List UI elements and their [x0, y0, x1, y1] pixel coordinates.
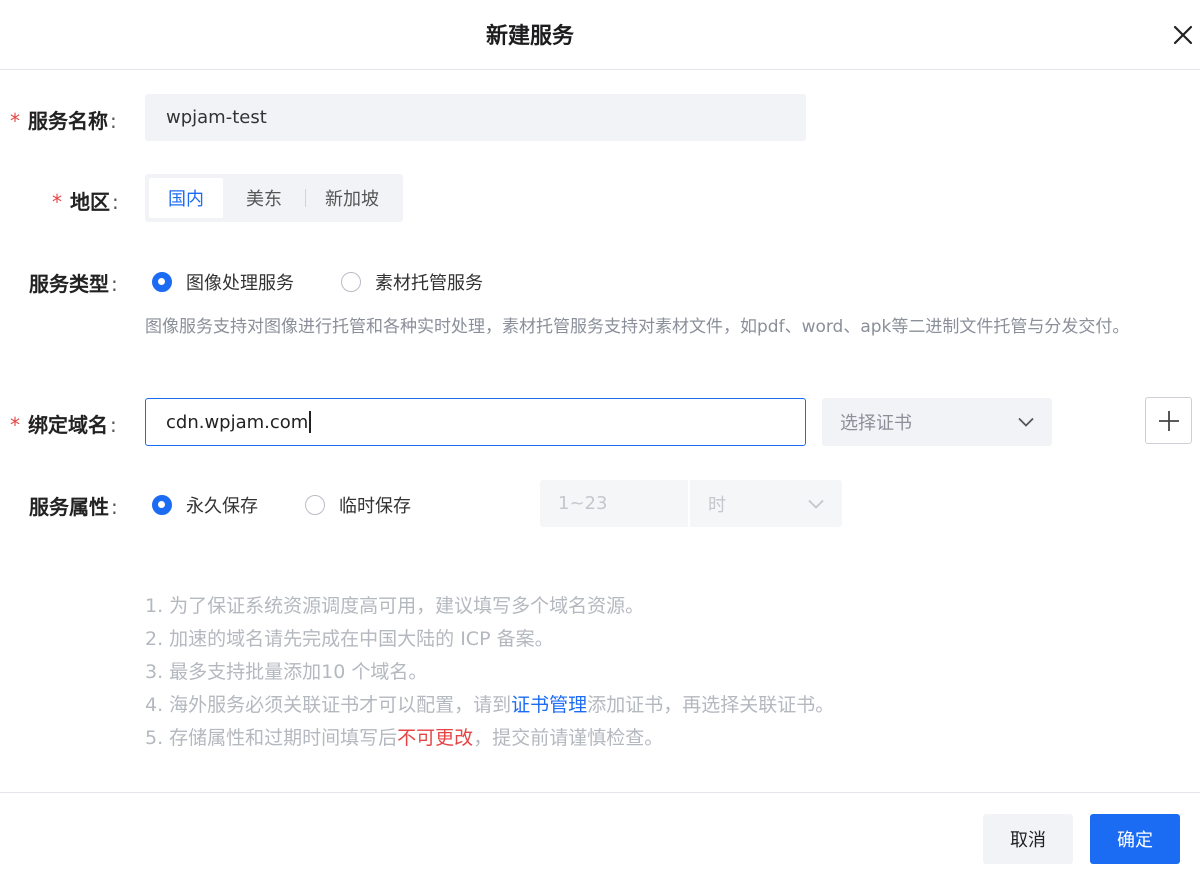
- duration-group: 1~23 时: [540, 480, 842, 527]
- region-segmented-control: 国内 美东 新加坡: [145, 174, 403, 222]
- radio-unchecked-icon: [305, 495, 325, 515]
- domain-input[interactable]: cdn.wpjam.com: [145, 398, 806, 446]
- service-attribute-label: 服务属性:: [29, 495, 118, 519]
- region-label: * 地区:: [52, 190, 119, 214]
- region-option-us-east[interactable]: 美东: [223, 178, 305, 218]
- region-option-singapore[interactable]: 新加坡: [306, 178, 398, 218]
- note-item: 1. 为了保证系统资源调度高可用，建议填写多个域名资源。: [145, 595, 645, 617]
- domain-label: * 绑定域名:: [10, 413, 117, 437]
- region-option-domestic[interactable]: 国内: [149, 178, 223, 218]
- confirm-button[interactable]: 确定: [1090, 814, 1180, 864]
- dialog-title: 新建服务: [485, 24, 574, 49]
- service-type-label: 服务类型:: [29, 272, 118, 296]
- warning-text: 不可更改: [397, 727, 474, 749]
- certificate-select[interactable]: 选择证书: [822, 398, 1052, 446]
- radio-checked-icon: [152, 272, 172, 292]
- dialog-header: 新建服务: [0, 0, 1200, 70]
- note-item: 3. 最多支持批量添加10 个域名。: [145, 661, 428, 683]
- chevron-down-icon: [1018, 412, 1034, 433]
- service-name-input[interactable]: wpjam-test: [145, 94, 806, 141]
- service-type-image-radio[interactable]: 图像处理服务: [152, 269, 294, 295]
- attribute-temporary-radio[interactable]: 临时保存: [305, 492, 411, 518]
- radio-unchecked-icon: [341, 272, 361, 292]
- required-mark: *: [10, 413, 20, 437]
- notes-list: 1. 为了保证系统资源调度高可用，建议填写多个域名资源。 2. 加速的域名请先完…: [145, 590, 834, 755]
- chevron-down-icon: [808, 493, 824, 514]
- required-mark: *: [52, 190, 62, 214]
- add-domain-button[interactable]: [1145, 397, 1192, 444]
- service-type-asset-radio[interactable]: 素材托管服务: [341, 269, 483, 295]
- note-item: 5. 存储属性和过期时间填写后不可更改，提交前请谨慎检查。: [145, 727, 664, 749]
- cancel-button[interactable]: 取消: [983, 814, 1073, 864]
- certificate-management-link[interactable]: 证书管理: [511, 694, 587, 716]
- service-name-label: * 服务名称:: [10, 109, 117, 133]
- text-caret: [309, 411, 311, 433]
- duration-unit-select[interactable]: 时: [690, 480, 842, 527]
- plus-icon: [1158, 410, 1179, 431]
- attribute-permanent-radio[interactable]: 永久保存: [152, 492, 258, 518]
- service-type-description: 图像服务支持对图像进行托管和各种实时处理，素材托管服务支持对素材文件，如pdf、…: [145, 317, 1130, 337]
- duration-input[interactable]: 1~23: [540, 480, 690, 527]
- note-item: 2. 加速的域名请先完成在中国大陆的 ICP 备案。: [145, 628, 554, 650]
- required-mark: *: [10, 109, 20, 133]
- close-icon[interactable]: [1168, 20, 1198, 50]
- note-item: 4. 海外服务必须关联证书才可以配置，请到证书管理添加证书，再选择关联证书。: [145, 694, 835, 716]
- radio-checked-icon: [152, 495, 172, 515]
